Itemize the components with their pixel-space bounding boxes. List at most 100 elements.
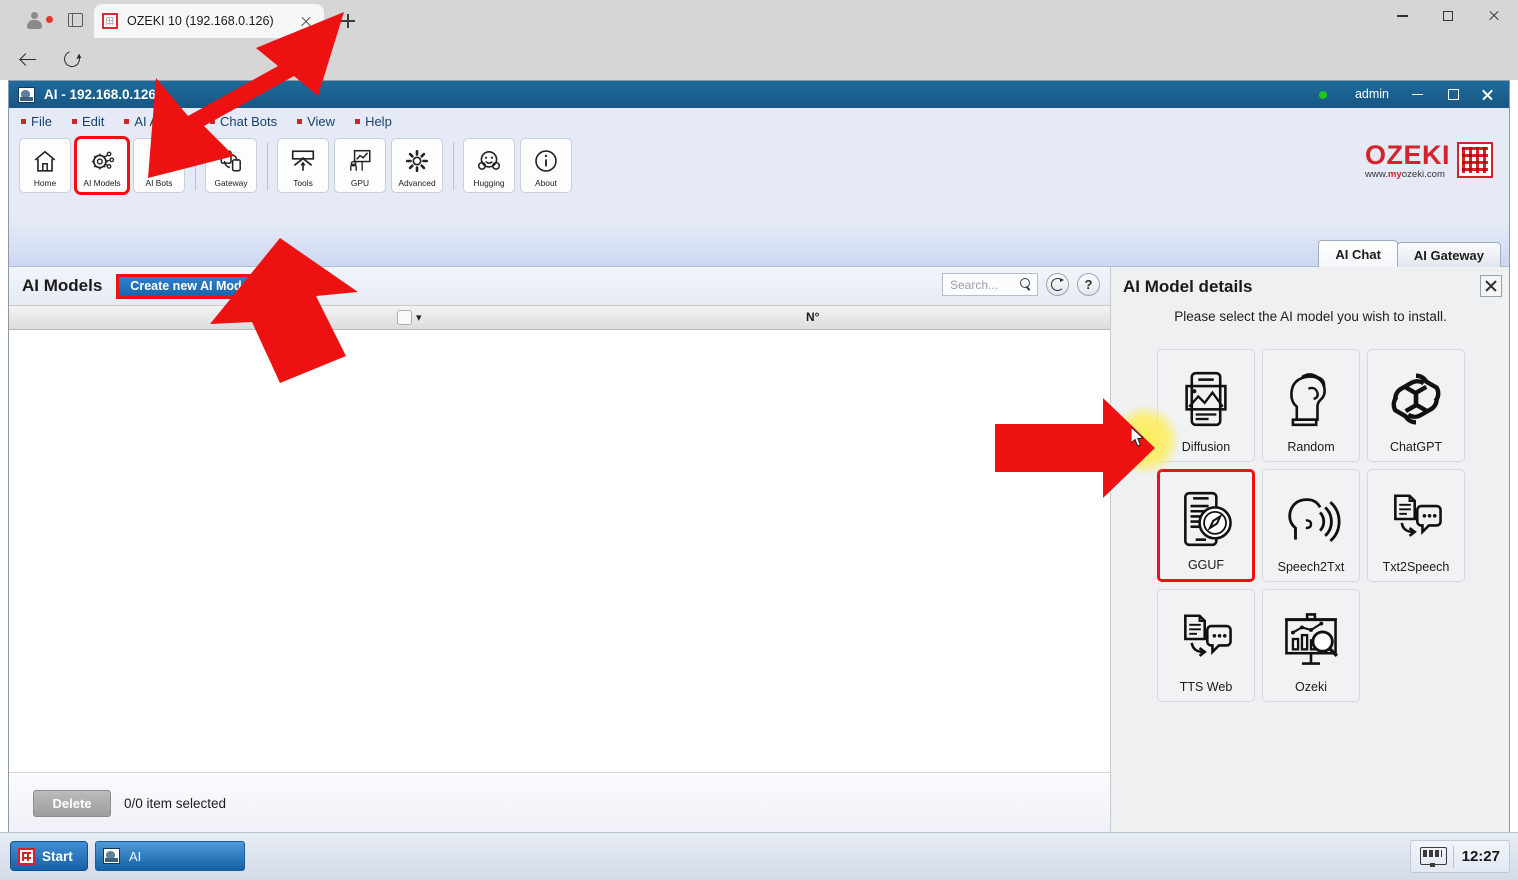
app-minimize-button[interactable]: [1401, 81, 1433, 108]
table-header-row: ▾ N°: [9, 305, 1110, 330]
reload-icon: [61, 48, 83, 70]
chevron-down-icon[interactable]: ▾: [416, 311, 422, 324]
model-tile-label: ChatGPT: [1389, 440, 1443, 454]
ribbon-button-ai-models[interactable]: AI Models: [74, 136, 130, 195]
ribbon-area: File Edit AI Agents Chat Bots View Help …: [9, 108, 1509, 267]
menu-item-ai-agents[interactable]: AI Agents: [124, 114, 190, 129]
browser-chrome: OZEKI 10 (192.168.0.126) https://192.168…: [0, 0, 1518, 112]
split-screen-icon: [67, 13, 83, 27]
details-panel-close-button[interactable]: [1480, 275, 1502, 297]
search-input[interactable]: Search...: [942, 273, 1038, 296]
ozeki-logo-url: www.myozeki.com: [1365, 169, 1450, 180]
ozeki-wordmark: OZEKI: [1364, 140, 1450, 170]
app-username: admin: [1354, 87, 1389, 101]
menu-item-chat-bots[interactable]: Chat Bots: [210, 114, 277, 129]
ribbon-button-gpu[interactable]: GPU: [334, 138, 386, 193]
browser-tab[interactable]: OZEKI 10 (192.168.0.126): [94, 4, 324, 38]
ribbon-label: GPU: [350, 178, 370, 188]
ozeki-start-icon: [18, 847, 35, 865]
start-button[interactable]: Start: [10, 841, 88, 871]
gateway-icon: [220, 150, 241, 172]
details-panel-instruction: Please select the AI model you wish to i…: [1174, 309, 1447, 324]
tab-close-icon[interactable]: [296, 11, 316, 31]
create-new-ai-model-button[interactable]: Create new AI Model: [116, 273, 267, 299]
speech-to-text-head-icon: [1288, 497, 1341, 542]
back-arrow-icon: [20, 51, 37, 68]
avatar-icon: [26, 11, 43, 29]
url-brand: my: [1387, 169, 1402, 180]
ribbon-label: AI Bots: [145, 178, 173, 188]
tab-ai-gateway[interactable]: AI Gateway: [1396, 242, 1501, 267]
ribbon-button-tools[interactable]: Tools: [277, 138, 329, 193]
diffusion-phone-image-icon: [1185, 371, 1227, 426]
bullet-icon: [210, 118, 216, 124]
ribbon-button-hugging[interactable]: Hugging: [463, 138, 515, 193]
ribbon-separator: [195, 142, 196, 190]
random-brain-head-icon: [1290, 372, 1326, 426]
page-title: AI Models: [22, 276, 103, 295]
info-icon: [535, 150, 557, 172]
profile-avatar[interactable]: [14, 7, 54, 33]
search-icon: [1020, 278, 1033, 291]
menu-label: Chat Bots: [220, 113, 278, 129]
menu-item-view[interactable]: View: [297, 114, 335, 129]
display-settings-icon[interactable]: [1419, 846, 1447, 867]
ribbon-button-advanced[interactable]: Advanced: [391, 138, 443, 193]
taskbar-clock: 12:27: [1461, 848, 1500, 865]
ai-model-details-panel: AI Model details Please select the AI mo…: [1110, 267, 1509, 833]
refresh-icon: [1051, 278, 1064, 291]
ribbon-button-ai-bots[interactable]: AI Bots: [133, 138, 185, 193]
ozeki-favicon-icon: [102, 13, 118, 29]
tab-actions-button[interactable]: [60, 8, 90, 32]
ribbon-toolbar: Home AI Models AI Bots Gateway Tools GPU…: [19, 136, 577, 195]
column-header-number[interactable]: N°: [806, 310, 819, 324]
taskbar-item-ai[interactable]: AI: [95, 841, 245, 871]
pane-header-actions: Search... ?: [942, 273, 1100, 296]
back-button[interactable]: [14, 45, 42, 73]
menu-label: AI Agents: [134, 113, 191, 129]
app-maximize-button[interactable]: [1437, 81, 1469, 108]
browser-tabstrip: OZEKI 10 (192.168.0.126): [0, 0, 1518, 38]
model-tile-label: Speech2Txt: [1277, 560, 1345, 574]
ribbon-button-about[interactable]: About: [520, 138, 572, 193]
bullet-icon: [124, 118, 130, 124]
model-tile-label: TTS Web: [1179, 680, 1233, 694]
model-tile-ozeki[interactable]: Ozeki: [1262, 589, 1360, 702]
ribbon-tabs: AI Chat AI Gateway: [1318, 240, 1501, 267]
gpu-chart-icon: [350, 149, 371, 171]
app-close-button[interactable]: [1471, 81, 1503, 108]
help-button[interactable]: ?: [1077, 273, 1100, 296]
text-to-speech-doc-icon: [1394, 493, 1442, 537]
browser-close-button[interactable]: [1471, 0, 1517, 32]
model-tile-tts-web[interactable]: TTS Web: [1157, 589, 1255, 702]
reload-button[interactable]: [58, 45, 86, 73]
ribbon-label: Gateway: [214, 178, 248, 188]
delete-button[interactable]: Delete: [33, 789, 111, 817]
minimize-icon: [1396, 15, 1408, 17]
menu-item-help[interactable]: Help: [355, 114, 392, 129]
tray-separator: [1452, 845, 1454, 868]
bullet-icon: [297, 118, 303, 124]
gguf-phone-compass-icon: [1184, 491, 1232, 546]
browser-maximize-button[interactable]: [1425, 0, 1471, 32]
model-tile-chatgpt[interactable]: ChatGPT: [1367, 349, 1465, 462]
model-tile-gguf[interactable]: GGUF: [1157, 469, 1255, 582]
table-body-empty: [9, 330, 1110, 770]
menu-item-file[interactable]: File: [21, 114, 52, 129]
menu-label: Help: [365, 113, 392, 129]
new-tab-button[interactable]: [334, 9, 362, 33]
ribbon-button-home[interactable]: Home: [19, 138, 71, 193]
refresh-button[interactable]: [1046, 273, 1069, 296]
ribbon-button-gateway[interactable]: Gateway: [205, 138, 257, 193]
browser-minimize-button[interactable]: [1379, 0, 1425, 32]
model-tile-speech2txt[interactable]: Speech2Txt: [1262, 469, 1360, 582]
menu-item-edit[interactable]: Edit: [71, 114, 104, 129]
model-tile-random[interactable]: Random: [1262, 349, 1360, 462]
model-tile-txt2speech[interactable]: Txt2Speech: [1367, 469, 1465, 582]
tab-ai-chat[interactable]: AI Chat: [1318, 240, 1398, 267]
select-all-checkbox[interactable]: [397, 310, 412, 325]
hugging-face-icon: [477, 150, 501, 170]
ai-models-pane-header: AI Models Create new AI Model Search... …: [9, 267, 1110, 305]
url-suffix: ozeki.com: [1401, 169, 1445, 180]
ozeki-logo: OZEKI www.myozeki.com: [1365, 142, 1493, 180]
